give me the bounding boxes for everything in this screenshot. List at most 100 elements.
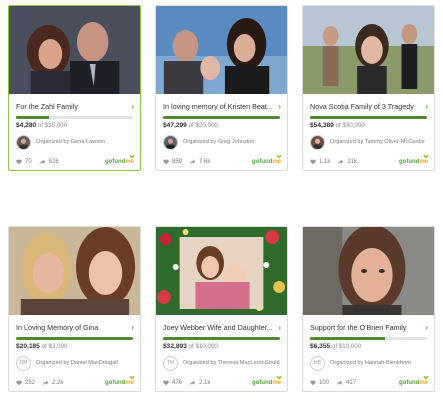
share-icon [42,380,49,386]
campaign-title[interactable]: In loving memory of Kristen Beat... [163,102,275,111]
campaign-title[interactable]: In Loving Memory of Gina [16,323,128,332]
campaign-photo[interactable] [303,6,434,94]
heart-icon [16,159,22,165]
chevron-right-icon[interactable]: › [425,102,428,111]
avatar-initials: TM [163,355,178,371]
organizer-name: Organized by Gena Lawson [36,138,106,145]
campaign-photo[interactable] [9,227,140,315]
likes-stat[interactable]: 476 [163,380,182,386]
gofundme-logo: gofundme [399,376,429,386]
organizer: Organized by Greg Johnston [156,129,287,151]
raised-value: $4,280 [16,122,37,129]
campaign-title[interactable]: Support for the O'Brien Family [310,323,422,332]
gofundme-logo: gofundme [252,155,282,165]
likes-count: 476 [172,380,183,386]
chevron-right-icon[interactable]: › [278,102,281,111]
raised-value: $54,389 [310,122,334,129]
raised-value: $20,185 [16,343,40,350]
organizer: TM Organized by Theresa MacLeod-Gould [156,350,287,372]
organizer-name: Organized by Daniel MacDougall [36,359,118,366]
share-icon [337,159,344,165]
card-footer: 1.1k 21k gofundme [303,154,434,170]
campaign-card[interactable]: Support for the O'Brien Family › $6,355 … [302,226,435,392]
share-icon [189,159,196,165]
shares-stat[interactable]: 21k [337,159,357,165]
likes-count: 70 [25,159,32,165]
campaign-card[interactable]: In loving memory of Kristen Beat... › $4… [155,5,288,171]
shares-stat[interactable]: 2.1k [189,380,210,386]
shares-stat[interactable]: 7.6k [189,159,210,165]
organizer: Organized by Tammy Oliver-McCurdie [303,129,434,151]
likes-count: 252 [25,380,36,386]
amount-raised: $54,389 of $30,000 [303,119,434,129]
likes-stat[interactable]: 1.1k [310,159,330,165]
shares-stat[interactable]: 417 [336,380,356,386]
likes-count: 1.1k [319,159,331,165]
goal-value: of $10,000 [331,343,362,350]
amount-raised: $4,280 of $15,000 [9,119,140,129]
share-icon [39,159,46,165]
shares-stat[interactable]: 2.2k [42,380,63,386]
shares-stat[interactable]: 526 [39,159,59,165]
raised-value: $6,355 [310,343,331,350]
gofundme-logo: gofundme [105,155,135,165]
campaign-title[interactable]: Joey Webber Wife and Daughter... [163,323,275,332]
card-footer: 252 2.2k gofundme [9,375,140,391]
heart-icon [310,380,316,386]
goal-value: of $30,000 [335,122,365,129]
raised-value: $32,893 [163,343,187,350]
organizer-name: Organized by Theresa MacLeod-Gould [183,359,280,366]
heart-icon [16,380,22,386]
heart-icon [310,159,316,165]
chevron-right-icon[interactable]: › [425,323,428,332]
campaign-photo[interactable] [303,227,434,315]
chevron-right-icon[interactable]: › [278,323,281,332]
gofundme-logo: gofundme [399,155,429,165]
heart-icon [163,380,169,386]
card-footer: 100 417 gofundme [303,375,434,391]
chevron-right-icon[interactable]: › [131,323,134,332]
likes-stat[interactable]: 859 [163,159,182,165]
chevron-right-icon[interactable]: › [131,102,134,111]
organizer-name: Organized by Tammy Oliver-McCurdie [330,138,425,145]
likes-count: 100 [319,380,330,386]
campaign-card[interactable]: Nova Scotia Family of 3 Tragedy › $54,38… [302,5,435,171]
organizer-name: Organized by Greg Johnston [183,138,255,145]
campaign-photo[interactable] [9,6,140,94]
amount-raised: $32,893 of $10,000 [156,340,287,350]
organizer: HB Organized by Hannah Blenkhorn [303,350,434,372]
goal-value: of $10,000 [188,343,218,350]
likes-stat[interactable]: 100 [310,380,329,386]
share-icon [336,380,343,386]
amount-raised: $47,299 of $20,000 [156,119,287,129]
raised-value: $47,299 [163,122,187,129]
heart-icon [163,159,169,165]
amount-raised: $6,355 of $10,000 [303,340,434,350]
campaign-photo[interactable] [156,6,287,94]
goal-value: of $3,000 [41,343,68,350]
shares-count: 526 [48,159,59,165]
campaign-card[interactable]: For the Zahl Family › $4,280 of $15,000 … [8,5,141,171]
campaign-card[interactable]: Joey Webber Wife and Daughter... › $32,8… [155,226,288,392]
avatar [163,134,178,150]
card-footer: 70 526 gofundme [9,154,140,170]
amount-raised: $20,185 of $3,000 [9,340,140,350]
card-footer: 476 2.1k gofundme [156,375,287,391]
gofundme-logo: gofundme [105,376,135,386]
likes-count: 859 [172,159,183,165]
avatar [16,134,31,150]
campaign-card[interactable]: In Loving Memory of Gina › $20,185 of $3… [8,226,141,392]
goal-value: of $20,000 [188,122,218,129]
card-footer: 859 7.6k gofundme [156,154,287,170]
organizer: DM Organized by Daniel MacDougall [9,350,140,372]
shares-count: 7.6k [199,159,211,165]
campaign-photo[interactable] [156,227,287,315]
likes-stat[interactable]: 70 [16,159,32,165]
shares-count: 21k [347,159,358,165]
likes-stat[interactable]: 252 [16,380,35,386]
campaign-title[interactable]: Nova Scotia Family of 3 Tragedy [310,102,422,111]
avatar-initials: HB [310,355,325,371]
campaign-title[interactable]: For the Zahl Family [16,102,128,111]
share-icon [189,380,196,386]
shares-count: 417 [346,380,357,386]
